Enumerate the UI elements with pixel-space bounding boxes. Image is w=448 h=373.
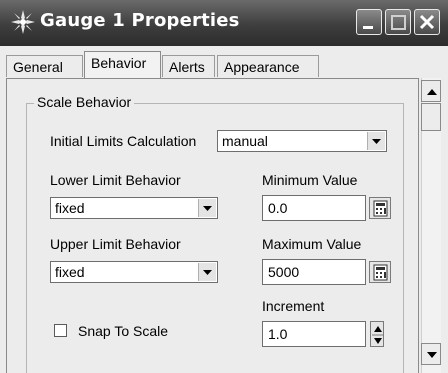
maximum-label: Maximum Value bbox=[262, 236, 362, 252]
tab-strip: General Behavior Alerts Appearance bbox=[0, 48, 448, 78]
minimum-calculator-button[interactable] bbox=[369, 197, 391, 219]
increment-input[interactable]: 1.0 bbox=[262, 321, 366, 347]
upper-limit-label: Upper Limit Behavior bbox=[50, 236, 181, 252]
close-button[interactable] bbox=[414, 9, 440, 35]
lower-limit-label: Lower Limit Behavior bbox=[50, 172, 181, 188]
window-title: Gauge 1 Properties bbox=[40, 10, 240, 31]
tab-behavior[interactable]: Behavior bbox=[84, 51, 161, 78]
minimize-button[interactable] bbox=[356, 9, 382, 35]
increment-spinner[interactable] bbox=[370, 321, 384, 347]
chevron-down-icon[interactable] bbox=[367, 132, 385, 150]
scroll-down-button[interactable] bbox=[421, 343, 441, 365]
initial-limits-label: Initial Limits Calculation bbox=[50, 133, 197, 149]
spin-up-icon[interactable] bbox=[374, 326, 382, 332]
tab-general[interactable]: General bbox=[6, 55, 83, 77]
close-icon bbox=[419, 14, 435, 30]
calculator-icon bbox=[373, 200, 388, 217]
chevron-down-icon[interactable] bbox=[198, 199, 216, 217]
scroll-thumb[interactable] bbox=[421, 103, 441, 131]
initial-limits-value: manual bbox=[222, 133, 268, 149]
upper-limit-dropdown[interactable]: fixed bbox=[50, 261, 218, 283]
increment-value: 1.0 bbox=[268, 326, 288, 342]
increment-label: Increment bbox=[262, 298, 325, 314]
chevron-up-icon bbox=[427, 89, 437, 95]
minimum-label: Minimum Value bbox=[262, 172, 358, 188]
chevron-down-icon[interactable] bbox=[198, 263, 216, 281]
minimum-input[interactable]: 0.0 bbox=[262, 195, 366, 221]
calculator-icon bbox=[373, 264, 388, 281]
maximum-value: 5000 bbox=[268, 264, 300, 280]
snap-to-scale-checkbox[interactable] bbox=[54, 324, 67, 337]
upper-limit-value: fixed bbox=[55, 264, 85, 280]
title-bar[interactable]: Gauge 1 Properties bbox=[0, 0, 448, 46]
maximum-calculator-button[interactable] bbox=[369, 261, 391, 283]
initial-limits-dropdown[interactable]: manual bbox=[217, 130, 387, 152]
lower-limit-value: fixed bbox=[55, 200, 85, 216]
maximum-input[interactable]: 5000 bbox=[262, 259, 366, 285]
snap-to-scale-label: Snap To Scale bbox=[78, 323, 169, 339]
minimum-value: 0.0 bbox=[268, 200, 288, 216]
properties-window: Gauge 1 Properties General Behavior Aler… bbox=[0, 0, 448, 373]
maximize-button[interactable] bbox=[385, 9, 411, 35]
maximize-icon bbox=[391, 15, 406, 30]
group-title: Scale Behavior bbox=[34, 94, 135, 110]
chevron-down-icon bbox=[427, 352, 437, 358]
minimize-icon bbox=[363, 26, 373, 29]
tab-appearance[interactable]: Appearance bbox=[217, 55, 319, 77]
lower-limit-dropdown[interactable]: fixed bbox=[50, 197, 218, 219]
tab-alerts[interactable]: Alerts bbox=[162, 55, 215, 77]
scroll-up-button[interactable] bbox=[421, 80, 441, 102]
gear-icon bbox=[10, 9, 36, 35]
spin-down-icon[interactable] bbox=[374, 338, 382, 344]
